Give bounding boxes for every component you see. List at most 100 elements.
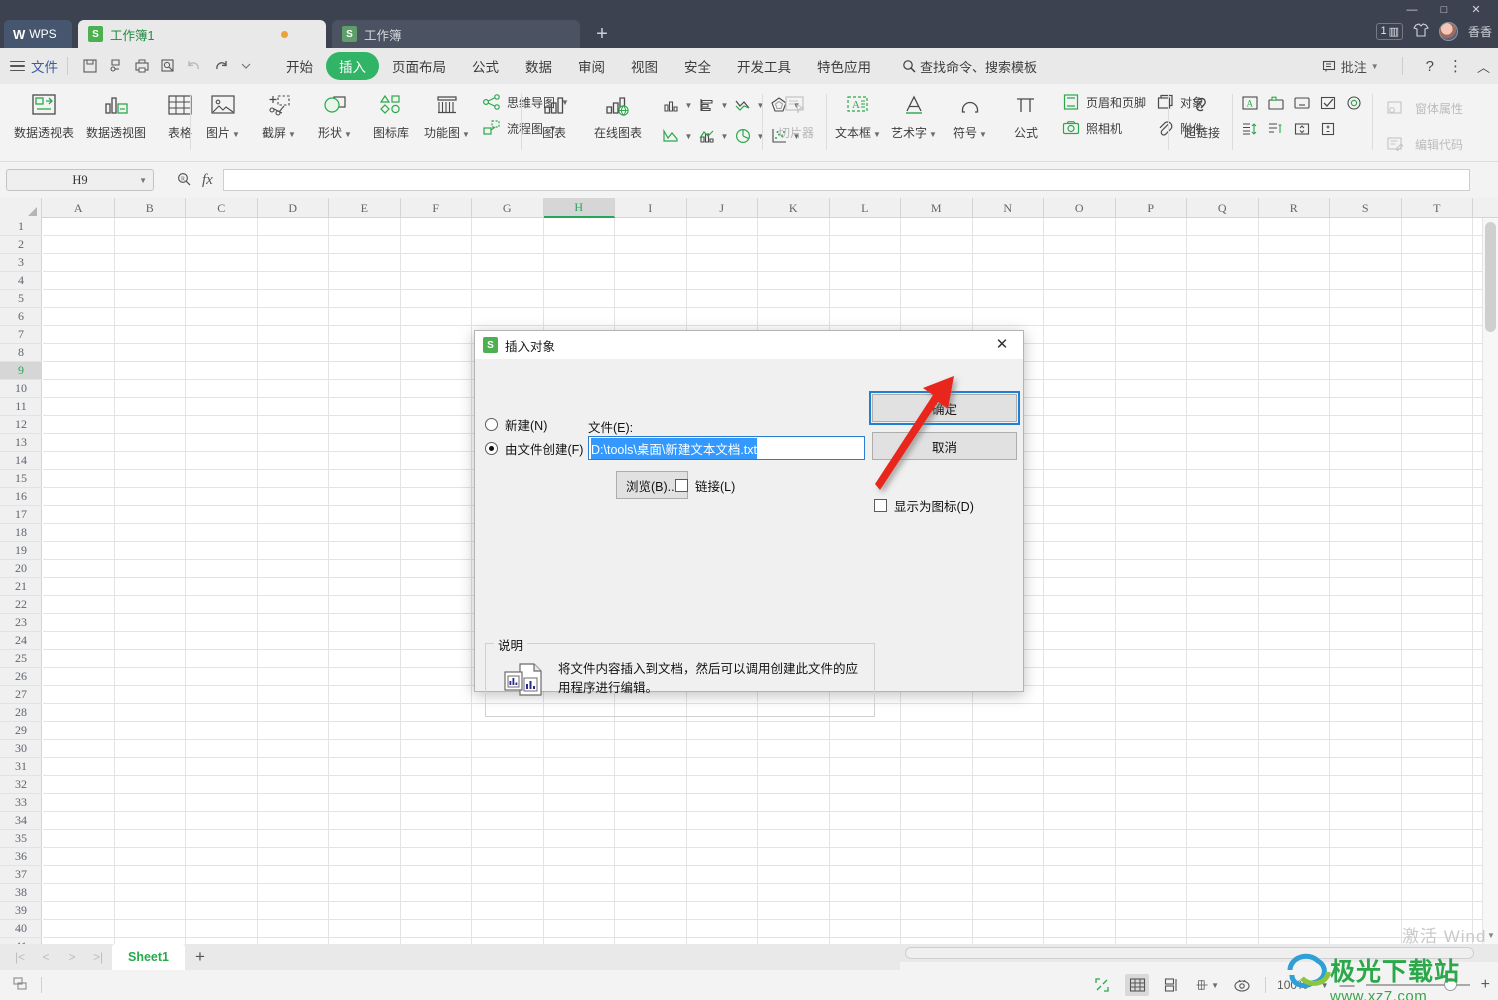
tab-start[interactable]: 开始 [273, 52, 326, 80]
avatar[interactable] [1438, 21, 1458, 41]
row-header-19[interactable]: 19 [0, 542, 42, 560]
column-header-F[interactable]: F [401, 198, 472, 218]
row-header-23[interactable]: 23 [0, 614, 42, 632]
row-header-10[interactable]: 10 [0, 380, 42, 398]
column-header-L[interactable]: L [830, 198, 901, 218]
print-preview-icon[interactable] [155, 54, 181, 78]
insert-function-button[interactable]: fx [202, 172, 213, 189]
tab-featured-apps[interactable]: 特色应用 [804, 52, 884, 80]
row-header-34[interactable]: 34 [0, 812, 42, 830]
row-header-8[interactable]: 8 [0, 344, 42, 362]
ribbon-button-textbox[interactable]: A 文本框 ▼ [830, 84, 886, 154]
row-header-26[interactable]: 26 [0, 668, 42, 686]
ribbon-button-hyperlink[interactable]: 超链接 [1174, 84, 1230, 154]
ribbon-button-shapes[interactable]: 形状 ▼ [307, 84, 363, 154]
row-header-29[interactable]: 29 [0, 722, 42, 740]
row-header-13[interactable]: 13 [0, 434, 42, 452]
listbox-control-icon[interactable] [1266, 119, 1286, 139]
ribbon-button-symbol[interactable]: 符号 ▼ [942, 84, 998, 154]
scrollbar-control-icon[interactable] [1240, 119, 1260, 139]
zoom-formula-icon[interactable]: R [176, 171, 192, 190]
row-header-36[interactable]: 36 [0, 848, 42, 866]
row-header-15[interactable]: 15 [0, 470, 42, 488]
close-icon[interactable]: ✕ [989, 333, 1015, 357]
column-header-J[interactable]: J [687, 198, 758, 218]
groupbox-control-icon[interactable] [1266, 93, 1286, 113]
reading-view-icon[interactable] [1230, 974, 1254, 996]
ribbon-button-chart[interactable]: 图表 [526, 84, 582, 154]
row-header-40[interactable]: 40 [0, 920, 42, 938]
row-header-3[interactable]: 3 [0, 254, 42, 272]
more-options-button[interactable]: ⋮ [1448, 57, 1463, 75]
comment-button[interactable]: 批注 ▼ [1322, 57, 1379, 76]
link-checkbox[interactable]: 链接(L) [675, 476, 735, 495]
document-tab-2[interactable]: S 工作簿 [332, 20, 580, 48]
ribbon-button-wordart[interactable]: 艺术字 ▼ [886, 84, 942, 154]
row-header-39[interactable]: 39 [0, 902, 42, 920]
ribbon-button-equation[interactable]: 公式 [998, 84, 1054, 154]
sheet-nav-next[interactable]: > [60, 946, 84, 968]
ribbon-button-function-chart[interactable]: 功能图 ▼ [419, 84, 475, 154]
row-header-22[interactable]: 22 [0, 596, 42, 614]
ribbon-button-icon-library[interactable]: 图标库 [363, 84, 419, 154]
tab-insert[interactable]: 插入 [326, 52, 379, 80]
sheet-nav-prev[interactable]: < [34, 946, 58, 968]
row-header-27[interactable]: 27 [0, 686, 42, 704]
tab-page-layout[interactable]: 页面布局 [379, 52, 459, 80]
cancel-button[interactable]: 取消 [872, 432, 1017, 460]
vertical-scrollbar[interactable]: ▲ ▼ [1482, 218, 1498, 944]
row-header-5[interactable]: 5 [0, 290, 42, 308]
page-break-view-icon[interactable] [1160, 974, 1184, 996]
column-header-P[interactable]: P [1116, 198, 1187, 218]
row-header-38[interactable]: 38 [0, 884, 42, 902]
ribbon-button-form-properties[interactable]: 窗体属性 [1380, 93, 1463, 123]
column-header-D[interactable]: D [258, 198, 329, 218]
select-all-corner[interactable] [0, 198, 42, 218]
vertical-scroll-thumb[interactable] [1485, 222, 1496, 332]
skin-icon[interactable] [1413, 22, 1429, 40]
row-header-35[interactable]: 35 [0, 830, 42, 848]
sheet-nav-first[interactable]: |< [8, 946, 32, 968]
row-header-30[interactable]: 30 [0, 740, 42, 758]
ribbon-button-column-chart[interactable]: ▼ [658, 93, 694, 117]
radio-create-new[interactable]: 新建(N) [485, 415, 547, 434]
help-button[interactable]: ? [1426, 58, 1434, 75]
file-menu-button[interactable]: 文件 [10, 56, 58, 76]
column-header-N[interactable]: N [973, 198, 1044, 218]
row-header-33[interactable]: 33 [0, 794, 42, 812]
row-header-4[interactable]: 4 [0, 272, 42, 290]
ribbon-button-pivot-table[interactable]: 数据透视表 [8, 84, 80, 154]
column-header-M[interactable]: M [901, 198, 973, 218]
row-header-7[interactable]: 7 [0, 326, 42, 344]
zoom-in-button[interactable]: + [1481, 976, 1490, 994]
column-header-H[interactable]: H [543, 198, 615, 218]
maximize-button[interactable]: □ [1428, 0, 1460, 20]
ribbon-button-bar-chart[interactable]: ▼ [694, 93, 730, 117]
ribbon-button-slicer[interactable]: 切片器 [768, 84, 824, 154]
display-as-icon-checkbox[interactable]: 显示为图标(D) [874, 496, 974, 515]
row-header-9[interactable]: 9 [0, 362, 42, 380]
row-header-12[interactable]: 12 [0, 416, 42, 434]
row-header-11[interactable]: 11 [0, 398, 42, 416]
ribbon-button-online-chart[interactable]: 在线图表 [582, 84, 654, 154]
fullscreen-icon[interactable] [1090, 974, 1114, 996]
chevron-down-icon[interactable] [233, 54, 259, 78]
column-header-O[interactable]: O [1044, 198, 1116, 218]
name-box[interactable]: H9 ▼ [6, 169, 154, 191]
ribbon-button-line-chart[interactable]: ▼ [730, 93, 766, 117]
ribbon-button-area-chart[interactable]: ▼ [658, 124, 694, 148]
wps-home-button[interactable]: W WPS [4, 20, 72, 48]
normal-view-icon[interactable] [1125, 974, 1150, 996]
row-header-20[interactable]: 20 [0, 560, 42, 578]
row-header-16[interactable]: 16 [0, 488, 42, 506]
ribbon-button-screenshot[interactable]: 截屏 ▼ [251, 84, 307, 154]
row-header-28[interactable]: 28 [0, 704, 42, 722]
column-header-S[interactable]: S [1330, 198, 1402, 218]
column-header-E[interactable]: E [329, 198, 401, 218]
minimize-button[interactable]: — [1396, 0, 1428, 20]
tab-review[interactable]: 审阅 [565, 52, 618, 80]
document-tab-1[interactable]: S 工作簿1 [78, 20, 326, 48]
tab-security[interactable]: 安全 [671, 52, 724, 80]
command-search[interactable]: 查找命令、搜索模板 [902, 57, 1037, 76]
record-macro-icon[interactable] [12, 976, 29, 995]
